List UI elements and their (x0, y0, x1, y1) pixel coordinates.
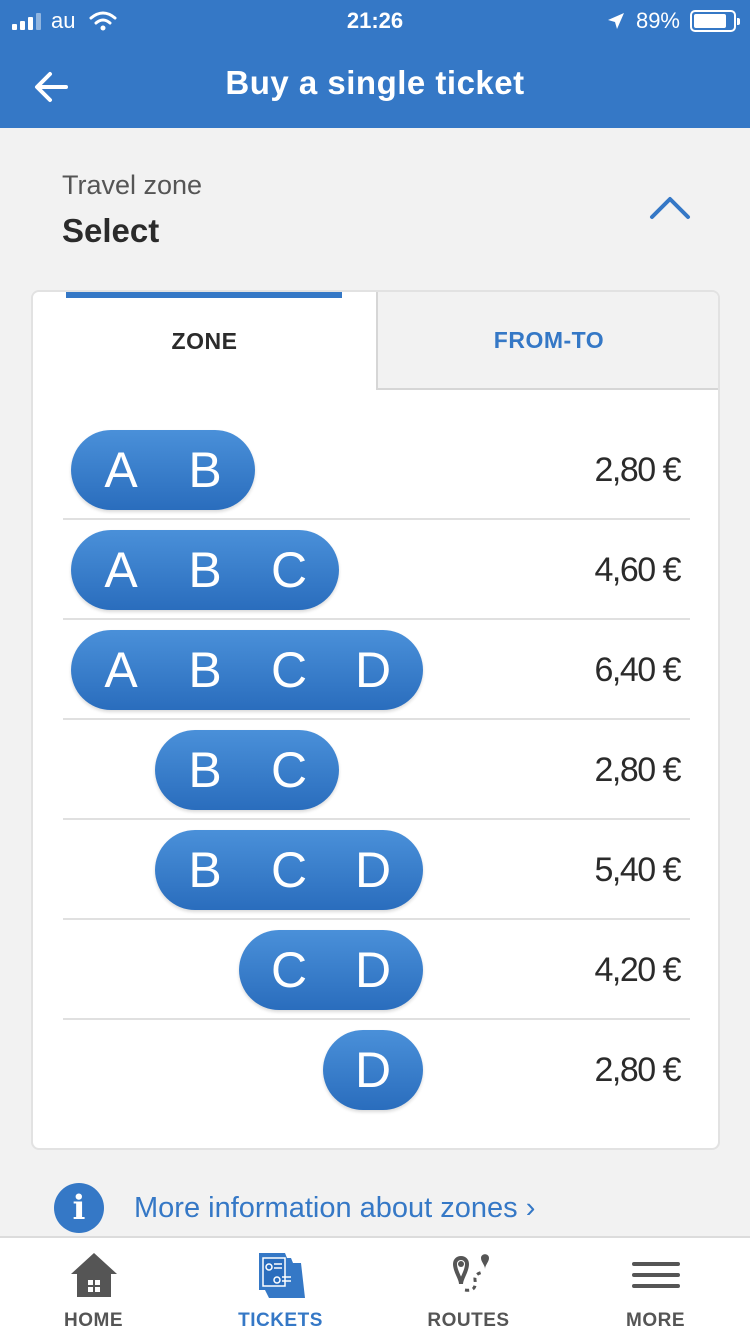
nav-home-label: HOME (64, 1310, 123, 1331)
nav-more[interactable]: MORE (562, 1238, 749, 1334)
tab-active-indicator (66, 292, 342, 298)
zone-letter: D (354, 942, 392, 998)
zone-letter: B (188, 742, 222, 798)
routes-icon (452, 1254, 489, 1292)
tab-from-to[interactable]: FROM-TO (376, 292, 718, 390)
status-right: 89% (606, 8, 740, 34)
zone-price: 4,60 € (594, 551, 681, 589)
zone-letter: D (354, 842, 392, 898)
page-title: Buy a single ticket (225, 64, 525, 101)
zone-letter: D (354, 642, 392, 698)
zone-price: 2,80 € (594, 751, 681, 789)
zone-option-cd[interactable]: C D 4,20 € (63, 920, 690, 1020)
zone-price: 4,20 € (594, 951, 681, 989)
zones-info-link[interactable]: i More information about zones › (54, 1182, 535, 1234)
home-icon (70, 1253, 117, 1297)
zone-letter: A (104, 442, 138, 498)
nav-home[interactable]: HOME (0, 1238, 187, 1334)
top-bar: au 21:26 89% Buy a single ticket (0, 0, 750, 128)
zone-option-abcd[interactable]: A B C D 6,40 € (63, 620, 690, 720)
tab-zone-label: ZONE (171, 327, 238, 354)
tab-from-to-label: FROM-TO (493, 326, 605, 353)
zone-letter: C (270, 942, 308, 998)
tickets-icon (258, 1253, 305, 1298)
nav-routes-label: ROUTES (427, 1310, 510, 1331)
travel-zone-value: Select (62, 212, 160, 249)
zone-letter: A (104, 642, 138, 698)
menu-icon (631, 1262, 680, 1288)
bottom-nav: HOME TICKETS ROUTES MORE (0, 1236, 750, 1334)
zone-price: 5,40 € (594, 851, 681, 889)
nav-tickets-label: TICKETS (238, 1310, 323, 1331)
zone-option-bc[interactable]: B C 2,80 € (63, 720, 690, 820)
zone-letter: B (188, 642, 222, 698)
tab-zone[interactable]: ZONE (33, 292, 376, 390)
zones-info-text: More information about zones › (134, 1191, 536, 1224)
zone-option-d[interactable]: D 2,80 € (63, 1020, 690, 1120)
travel-zone-selector[interactable]: Travel zone Select (0, 150, 750, 260)
zone-card: ZONE FROM-TO A B 2,80 € A B C 4,60 € A B C D 6,40 €… (31, 290, 720, 1150)
zone-list: A B 2,80 € A B C 4,60 € A B C D 6,40 € B C 2,80 € B C D 5,… (63, 420, 690, 1120)
zone-price: 2,80 € (594, 1051, 681, 1089)
battery-percent: 89% (635, 8, 680, 33)
battery-icon (690, 10, 740, 32)
zone-letter: B (188, 542, 222, 598)
status-bar: au 21:26 89% (0, 0, 750, 40)
zone-price: 2,80 € (594, 451, 681, 489)
nav-more-label: MORE (626, 1310, 685, 1331)
nav-tickets[interactable]: TICKETS (187, 1238, 374, 1334)
zone-price: 6,40 € (594, 651, 681, 689)
zone-option-bcd[interactable]: B C D 5,40 € (63, 820, 690, 920)
chevron-up-icon[interactable] (648, 192, 692, 222)
zone-letter: C (270, 642, 308, 698)
zone-letter: C (270, 542, 308, 598)
zone-letter: C (270, 842, 308, 898)
zone-letter: A (104, 542, 138, 598)
zone-letter: C (270, 742, 308, 798)
zone-option-abc[interactable]: A B C 4,60 € (63, 520, 690, 620)
zone-letter: D (354, 1042, 392, 1098)
info-icon: i (54, 1183, 104, 1233)
zone-letter: B (188, 842, 222, 898)
location-arrow-icon (607, 13, 624, 29)
zone-letter: B (188, 442, 222, 498)
zone-option-ab[interactable]: A B 2,80 € (63, 420, 690, 520)
nav-routes[interactable]: ROUTES (375, 1238, 562, 1334)
travel-zone-label: Travel zone (62, 170, 203, 200)
